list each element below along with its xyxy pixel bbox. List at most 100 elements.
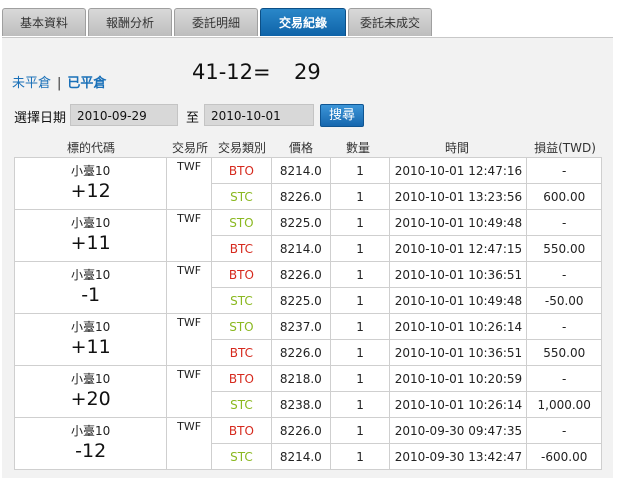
table-row: 小臺10 -12 TWF BTO 8226.0 1 2010-09-30 09:47:35-: [13, 417, 602, 470]
exchange-cell: TWF: [166, 261, 212, 314]
profit-loss-cell: 600.00: [526, 183, 602, 210]
trade-time-cell: 2010-10-01 10:49:48: [389, 209, 528, 236]
quantity-cell: 1: [329, 391, 391, 418]
symbol-name: 小臺10: [71, 216, 111, 230]
symbol-name: 小臺10: [71, 320, 111, 334]
quantity-cell: 1: [329, 417, 391, 444]
symbol-name: 小臺10: [71, 268, 111, 282]
tab-return-analysis[interactable]: 報酬分析: [88, 8, 172, 36]
net-points: +20: [70, 388, 111, 410]
profit-loss-cell: -: [526, 313, 602, 340]
profit-loss-cell: -: [526, 261, 602, 288]
quantity-cell: 1: [329, 443, 391, 470]
table-row: 小臺10 +20 TWF BTO 8218.0 1 2010-10-01 10:20:59-: [13, 365, 602, 418]
price-cell: 8238.0: [271, 391, 331, 418]
price-cell: 8226.0: [271, 417, 331, 444]
trade-type-cell: STO: [210, 209, 273, 236]
column-header-pl: 損益(TWD): [534, 141, 596, 155]
price-cell: 8214.0: [271, 443, 331, 470]
exchange-cell: TWF: [166, 417, 212, 470]
profit-loss-cell: 550.00: [526, 235, 602, 262]
trade-type-cell: STO: [210, 313, 273, 340]
symbol-cell: 小臺10 +11: [13, 313, 168, 366]
tab-order-details[interactable]: 委託明細: [174, 8, 258, 36]
symbol-cell: 小臺10 +12: [13, 157, 168, 210]
quantity-cell: 1: [329, 183, 391, 210]
table-row: 小臺10 +12 TWF BTO 8214.0 1 2010-10-01 12:47:16-: [13, 157, 602, 210]
trade-time-cell: 2010-10-01 12:47:15: [389, 235, 528, 262]
net-points: +11: [70, 232, 111, 254]
quantity-cell: 1: [329, 235, 391, 262]
table-row: 小臺10 +11 TWF STO 8225.0 1 2010-10-01 10:49:48-: [13, 209, 602, 262]
trade-type-cell: BTO: [210, 261, 273, 288]
net-points: -12: [75, 440, 107, 462]
column-header-time: 時間: [444, 141, 469, 155]
profit-loss-cell: -600.00: [526, 443, 602, 470]
symbol-cell: 小臺10 +20: [13, 365, 168, 418]
price-cell: 8214.0: [271, 157, 331, 184]
tab-unfilled-orders[interactable]: 委託未成交: [348, 8, 432, 36]
start-date-field[interactable]: 2010-09-29: [70, 104, 178, 126]
price-cell: 8218.0: [271, 365, 331, 392]
quantity-cell: 1: [329, 209, 391, 236]
symbol-cell: 小臺10 -12: [13, 417, 168, 470]
table-row: 小臺10 +11 TWF STO 8237.0 1 2010-10-01 10:26:14-: [13, 313, 602, 366]
profit-loss-cell: -50.00: [526, 287, 602, 314]
exchange-cell: TWF: [166, 365, 212, 418]
price-cell: 8225.0: [271, 287, 331, 314]
trade-time-cell: 2010-10-01 10:49:48: [389, 287, 528, 314]
net-points: -1: [81, 284, 101, 306]
open-positions-link[interactable]: 未平倉: [12, 76, 51, 91]
trade-time-cell: 2010-10-01 10:26:14: [389, 313, 528, 340]
exchange-cell: TWF: [166, 313, 212, 366]
quantity-cell: 1: [329, 313, 391, 340]
trade-time-cell: 2010-10-01 10:36:51: [389, 339, 528, 366]
tab-trade-records[interactable]: 交易紀錄: [260, 8, 346, 36]
table-row: 小臺10 -1 TWF BTO 8226.0 1 2010-10-01 10:36:51-: [13, 261, 602, 314]
price-cell: 8226.0: [271, 183, 331, 210]
quantity-cell: 1: [329, 339, 391, 366]
date-filter-label: 選擇日期: [14, 111, 67, 126]
quantity-cell: 1: [329, 365, 391, 392]
symbol-cell: 小臺10 +11: [13, 209, 168, 262]
trade-time-cell: 2010-10-01 12:47:16: [389, 157, 528, 184]
net-points: +11: [70, 336, 111, 358]
price-cell: 8214.0: [271, 235, 331, 262]
date-range-separator: 至: [186, 111, 200, 126]
quantity-cell: 1: [329, 157, 391, 184]
symbol-name: 小臺10: [71, 372, 111, 386]
column-header-price: 價格: [288, 141, 313, 155]
closed-positions-link[interactable]: 已平倉: [67, 76, 106, 91]
profit-loss-cell: -: [526, 209, 602, 236]
trade-type-cell: STC: [210, 183, 273, 210]
trade-time-cell: 2010-10-01 13:23:56: [389, 183, 528, 210]
end-date-field[interactable]: 2010-10-01: [204, 104, 314, 126]
quantity-cell: 1: [329, 287, 391, 314]
profit-loss-cell: 1,000.00: [526, 391, 602, 418]
trade-time-cell: 2010-10-01 10:36:51: [389, 261, 528, 288]
summary-result: 29: [294, 60, 321, 84]
column-header-quantity: 數量: [345, 141, 370, 155]
exchange-cell: TWF: [166, 209, 212, 262]
trade-type-cell: BTC: [210, 339, 273, 366]
profit-loss-cell: -: [526, 157, 602, 184]
net-points: +12: [70, 180, 111, 202]
exchange-cell: TWF: [166, 157, 212, 210]
trade-records-table: 小臺10 +12 TWF BTO 8214.0 1 2010-10-01 12:47:16-…: [13, 157, 602, 470]
trade-type-cell: STC: [210, 391, 273, 418]
price-cell: 8226.0: [271, 339, 331, 366]
tab-basic-info[interactable]: 基本資料: [2, 8, 86, 36]
position-filter: 未平倉 | 已平倉: [12, 72, 106, 91]
trade-type-cell: BTO: [210, 157, 273, 184]
price-cell: 8237.0: [271, 313, 331, 340]
trade-type-cell: BTO: [210, 365, 273, 392]
tab-bar: 基本資料 報酬分析 委託明細 交易紀錄 委託未成交: [0, 0, 623, 38]
search-button[interactable]: 搜尋: [320, 104, 364, 127]
trade-type-cell: STC: [210, 443, 273, 470]
price-cell: 8225.0: [271, 209, 331, 236]
column-header-trade-type: 交易類別: [217, 141, 266, 155]
trade-time-cell: 2010-10-01 10:26:14: [389, 391, 528, 418]
profit-loss-cell: 550.00: [526, 339, 602, 366]
trade-time-cell: 2010-09-30 09:47:35: [389, 417, 528, 444]
profit-loss-cell: -: [526, 417, 602, 444]
